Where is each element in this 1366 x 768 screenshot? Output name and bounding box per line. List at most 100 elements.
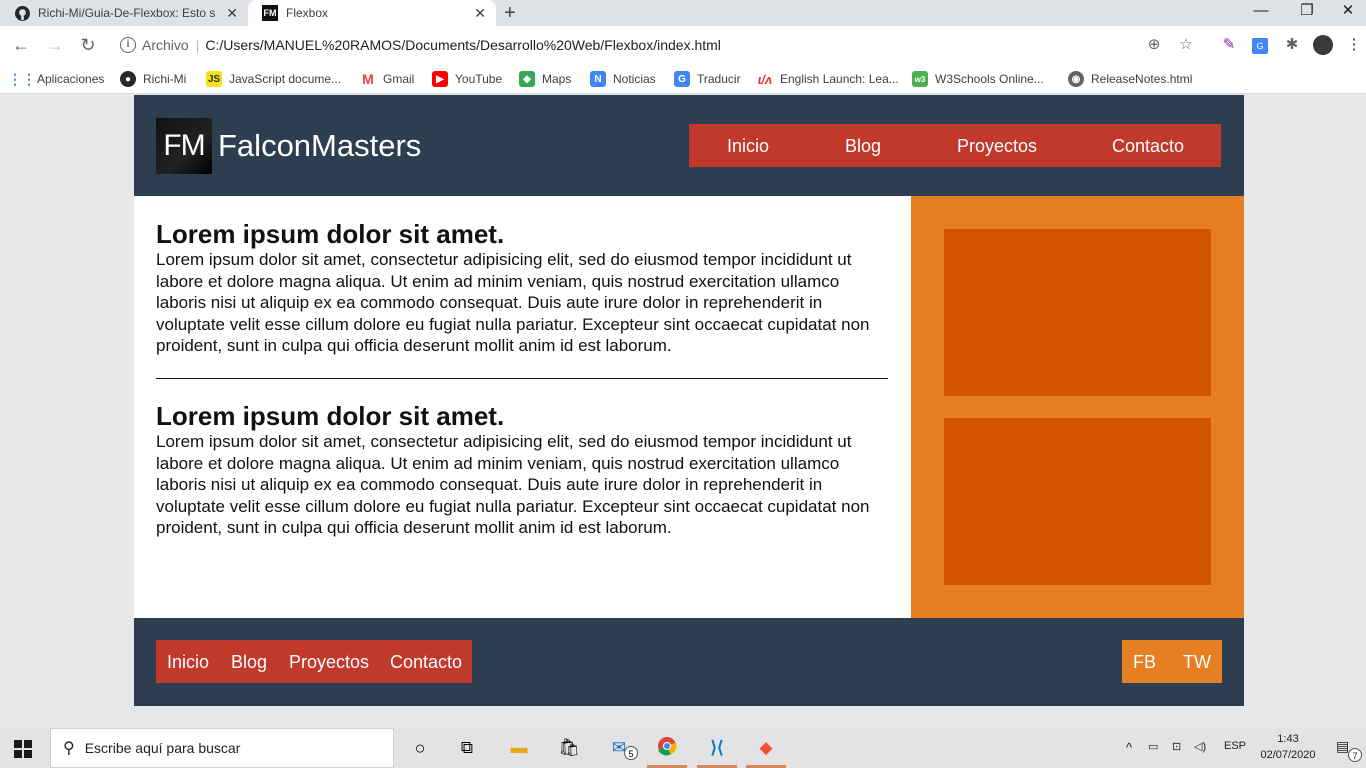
network-icon[interactable]: ⊡	[1172, 740, 1181, 753]
sidebar-box	[944, 418, 1211, 585]
bookmark-label: Gmail	[383, 72, 415, 86]
bookmark-releasenotes[interactable]: ◉ ReleaseNotes.html	[1068, 70, 1192, 88]
nav-link-inicio[interactable]: Inicio	[727, 136, 769, 157]
bookmark-label: Aplicaciones	[37, 72, 105, 86]
bookmark-javascript[interactable]: JS JavaScript docume...	[206, 70, 341, 88]
logo-text: FalconMasters	[218, 128, 422, 163]
translate-icon: G	[674, 71, 690, 87]
security-label: Archivo	[142, 37, 189, 53]
bookmark-label: JavaScript docume...	[229, 72, 342, 86]
bookmark-maps[interactable]: ◆ Maps	[519, 70, 571, 88]
mdn-icon: JS	[206, 71, 222, 87]
youtube-icon: ▶	[432, 71, 448, 87]
w3schools-icon: w3	[912, 71, 928, 87]
sidebar	[911, 196, 1244, 618]
cortana-icon[interactable]: ○	[407, 736, 433, 760]
page-viewport: FM FalconMasters Inicio Blog Proyectos C…	[0, 95, 1366, 728]
tab-flexbox[interactable]: FM Flexbox ✕	[248, 0, 496, 26]
footer-nav: Inicio Blog Proyectos Contacto	[156, 640, 472, 683]
address-bar[interactable]: i Archivo | C:/Users/MANUEL%20RAMOS/Docu…	[110, 30, 1210, 60]
site-footer: Inicio Blog Proyectos Contacto FB TW	[134, 618, 1244, 706]
footer-link-contacto[interactable]: Contacto	[390, 652, 462, 673]
windows-start-icon[interactable]	[14, 740, 32, 758]
nav-link-proyectos[interactable]: Proyectos	[957, 136, 1037, 157]
vscode-icon[interactable]: ⟩⟨	[704, 736, 730, 760]
social-links: FB TW	[1122, 640, 1222, 683]
task-view-icon[interactable]: ⧉	[454, 736, 480, 760]
site-header: FM FalconMasters Inicio Blog Proyectos C…	[134, 95, 1244, 196]
show-hidden-icons-icon[interactable]: ^	[1126, 740, 1132, 755]
bookmark-star-icon[interactable]: ☆	[1176, 35, 1196, 55]
mail-badge: 5	[624, 746, 638, 760]
extension-dropper-icon[interactable]: ✎	[1219, 35, 1239, 55]
article-title: Lorem ipsum dolor sit amet.	[156, 401, 505, 431]
close-tab-icon[interactable]: ✕	[226, 5, 238, 22]
translate-extension-icon[interactable]: G	[1250, 35, 1270, 55]
restore-icon[interactable]: ❐	[1284, 0, 1330, 26]
zoom-icon[interactable]: ⊕	[1144, 35, 1164, 55]
news-icon: N	[590, 71, 606, 87]
browser-tab-bar: Richi-Mi/Guia-De-Flexbox: Esto s ✕ FM Fl…	[0, 0, 1366, 26]
bookmark-label: Traducir	[697, 72, 741, 86]
maps-icon: ◆	[519, 71, 535, 87]
article: Lorem ipsum dolor sit amet. Lorem ipsum …	[156, 402, 888, 539]
article: Lorem ipsum dolor sit amet. Lorem ipsum …	[156, 220, 888, 357]
extensions-puzzle-icon[interactable]: ✱	[1282, 35, 1302, 55]
git-icon[interactable]: ◆	[753, 736, 779, 760]
taskbar-search[interactable]: ⚲ Escribe aquí para buscar	[50, 728, 394, 768]
new-tab-button[interactable]: +	[504, 0, 516, 26]
volume-icon[interactable]: ◁)	[1194, 740, 1206, 753]
bookmark-label: YouTube	[455, 72, 503, 86]
bookmark-label: ReleaseNotes.html	[1091, 72, 1193, 86]
bookmark-apps[interactable]: ⋮⋮ Aplicaciones	[8, 70, 105, 88]
tab-title: Flexbox	[286, 6, 329, 20]
clock-time: 1:43	[1277, 733, 1299, 745]
bookmark-gmail[interactable]: M Gmail	[360, 70, 414, 88]
logo[interactable]: FM FalconMasters	[156, 118, 421, 174]
info-icon[interactable]: i	[120, 37, 136, 53]
close-tab-icon[interactable]: ✕	[474, 5, 486, 22]
footer-link-proyectos[interactable]: Proyectos	[289, 652, 369, 673]
footer-link-inicio[interactable]: Inicio	[167, 652, 209, 673]
bookmark-w3schools[interactable]: w3 W3Schools Online...	[912, 70, 1044, 88]
nav-link-blog[interactable]: Blog	[845, 136, 881, 157]
sidebar-box	[944, 229, 1211, 396]
nav-link-contacto[interactable]: Contacto	[1112, 136, 1184, 157]
footer-link-blog[interactable]: Blog	[231, 652, 267, 673]
url-text[interactable]: C:/Users/MANUEL%20RAMOS/Documents/Desarr…	[205, 37, 721, 53]
close-window-icon[interactable]: ✕	[1330, 0, 1366, 26]
gmail-icon: M	[362, 71, 374, 87]
bookmark-youtube[interactable]: ▶ YouTube	[432, 70, 502, 88]
bookmarks-bar: ⋮⋮ Aplicaciones ● Richi-Mi JS JavaScript…	[0, 64, 1366, 94]
battery-icon[interactable]: ▭	[1148, 740, 1158, 753]
site-container: FM FalconMasters Inicio Blog Proyectos C…	[134, 95, 1244, 706]
logo-mark: FM	[156, 118, 212, 174]
taskbar-search-placeholder: Escribe aquí para buscar	[84, 740, 241, 756]
social-link-twitter[interactable]: TW	[1183, 652, 1211, 673]
clock-date: 02/07/2020	[1260, 749, 1316, 761]
article-divider	[156, 378, 888, 379]
tab-github[interactable]: Richi-Mi/Guia-De-Flexbox: Esto s ✕	[0, 0, 248, 26]
social-link-facebook[interactable]: FB	[1133, 652, 1156, 673]
store-icon[interactable]: 🛍	[556, 736, 582, 760]
language-indicator[interactable]: ESP	[1224, 740, 1246, 752]
profile-avatar[interactable]	[1313, 35, 1333, 55]
forward-arrow-icon[interactable]: →	[42, 32, 68, 58]
bookmark-noticias[interactable]: N Noticias	[590, 70, 656, 88]
menu-kebab-icon[interactable]: ⋮	[1344, 35, 1364, 55]
article-body: Lorem ipsum dolor sit amet, consectetur …	[156, 432, 870, 538]
globe-icon: ◉	[1068, 71, 1084, 87]
back-arrow-icon[interactable]: ←	[8, 32, 34, 58]
bookmark-richi-mi[interactable]: ● Richi-Mi	[120, 70, 186, 88]
bookmark-traducir[interactable]: G Traducir	[674, 70, 741, 88]
taskbar-clock[interactable]: 1:43 02/07/2020	[1258, 731, 1318, 763]
file-explorer-icon[interactable]: ▬	[506, 736, 532, 760]
reload-icon[interactable]: ↻	[75, 32, 101, 58]
bookmark-english-launch[interactable]: ɩ/ʌ English Launch: Lea...	[757, 70, 899, 88]
english-launch-icon: ɩ/ʌ	[757, 71, 773, 87]
chrome-icon[interactable]	[654, 736, 680, 760]
minimize-icon[interactable]: —	[1238, 0, 1284, 26]
address-separator: |	[195, 37, 200, 53]
apps-grid-icon: ⋮⋮	[8, 70, 36, 87]
main-content: Lorem ipsum dolor sit amet. Lorem ipsum …	[134, 196, 911, 618]
